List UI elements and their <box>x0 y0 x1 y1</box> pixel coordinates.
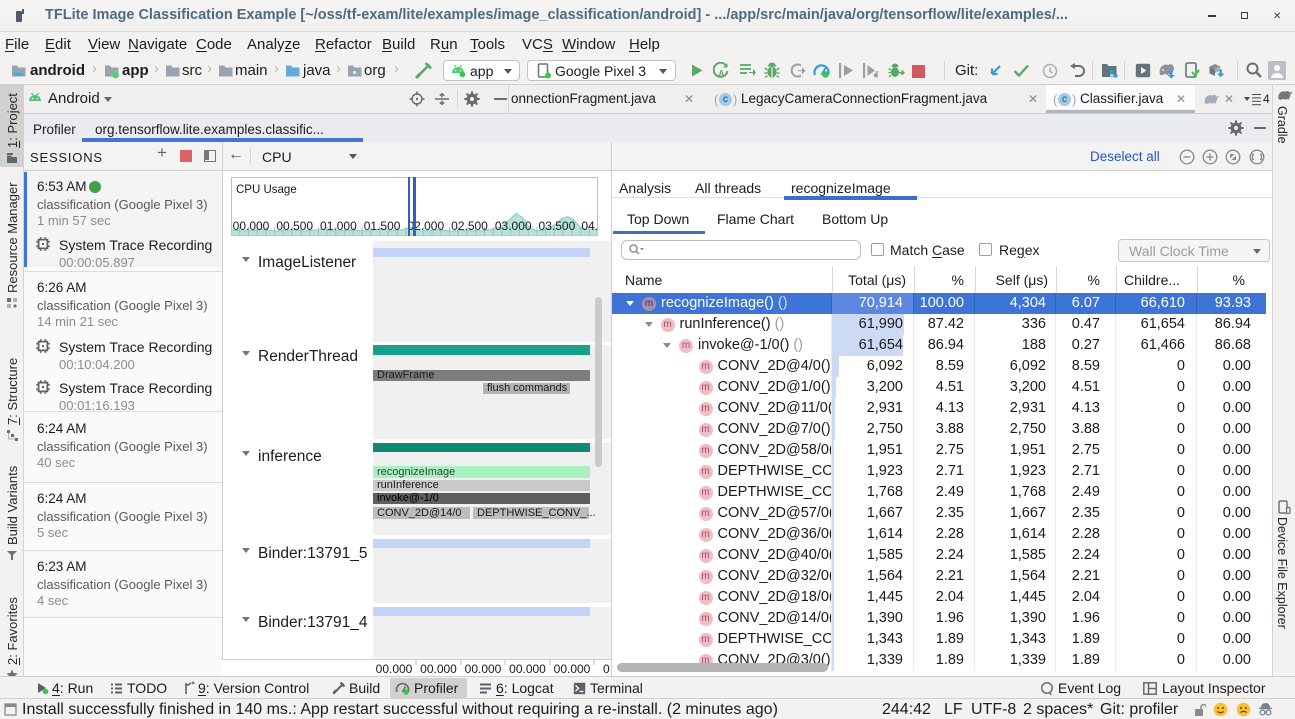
svg-text:01.500: 01.500 <box>364 219 401 233</box>
svg-text:0: 0 <box>603 662 610 676</box>
svg-text:04.0: 04.0 <box>581 219 598 233</box>
svg-text:03.000: 03.000 <box>495 219 532 233</box>
svg-text:CPU Usage: CPU Usage <box>236 184 297 196</box>
svg-text:A: A <box>719 69 725 78</box>
svg-text:00.000: 00.000 <box>465 662 502 676</box>
svg-text:02.500: 02.500 <box>451 219 488 233</box>
svg-text:00.000: 00.000 <box>420 662 457 676</box>
svg-text:03.500: 03.500 <box>539 219 576 233</box>
svg-text:00.000: 00.000 <box>554 662 591 676</box>
svg-text:01.000: 01.000 <box>320 219 357 233</box>
svg-text:00.000: 00.000 <box>376 662 413 676</box>
svg-text:00.500: 00.500 <box>276 219 313 233</box>
svg-text:00.000: 00.000 <box>509 662 546 676</box>
svg-text:00.000: 00.000 <box>233 219 270 233</box>
